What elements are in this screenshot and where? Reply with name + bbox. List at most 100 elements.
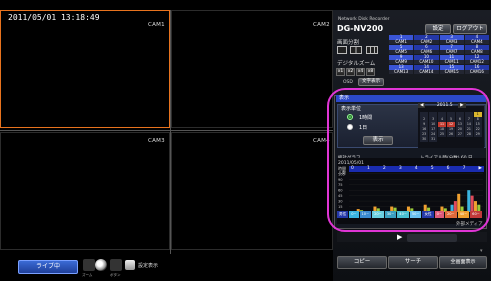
calendar-day[interactable]: 6: [455, 117, 465, 122]
camera-selector-cell[interactable]: 7 CAM7: [439, 44, 464, 54]
camera-selector-cell[interactable]: 1 CAM1: [389, 34, 414, 44]
calendar-day[interactable]: 4: [437, 117, 447, 122]
bar: [470, 195, 474, 212]
calendar-day[interactable]: 15: [473, 122, 482, 127]
calendar-day[interactable]: 7: [464, 117, 474, 122]
sequence-icon[interactable]: [95, 259, 107, 271]
radio-day[interactable]: [347, 124, 353, 130]
legend-item: 男性: [337, 211, 349, 218]
shortcut-icon[interactable]: [110, 259, 122, 271]
camera-name: CAM13: [389, 69, 414, 74]
calendar-day[interactable]: 2: [420, 117, 429, 122]
calendar-day[interactable]: 27: [455, 132, 465, 137]
zoom-x2-button[interactable]: x2: [346, 68, 355, 76]
camera-selector-cell[interactable]: 2 CAM2: [414, 34, 439, 44]
legend-item: 40~: [457, 211, 470, 218]
calendar-day[interactable]: 25: [437, 132, 447, 137]
chevron-down-icon[interactable]: ▾: [480, 248, 483, 254]
grid-divider: [170, 10, 171, 254]
camera-selector-cell[interactable]: 13 CAM13: [389, 64, 414, 74]
calendar-day[interactable]: 21: [464, 127, 474, 132]
settings-display-icon[interactable]: [125, 260, 135, 270]
camera-selector-cell[interactable]: 8 CAM8: [464, 44, 489, 54]
calendar-day: [455, 112, 465, 117]
calendar-day[interactable]: 3: [428, 117, 438, 122]
split-1-icon[interactable]: [337, 46, 347, 54]
play-icon[interactable]: ▶: [397, 233, 402, 241]
legend-item: 0~: [434, 211, 444, 218]
calendar-day[interactable]: 12: [446, 122, 456, 127]
radio-hour[interactable]: [347, 114, 353, 120]
camera-selector-cell[interactable]: 16 CAM16: [464, 64, 489, 74]
calendar-day[interactable]: 31: [428, 137, 438, 142]
camera-view-2[interactable]: CAM2: [171, 10, 333, 128]
camera-selector-cell[interactable]: 15 CAM15: [439, 64, 464, 74]
search-button[interactable]: サーチ: [388, 256, 438, 269]
fullscreen-button[interactable]: 全画面表示: [439, 256, 487, 269]
camera-selector-cell[interactable]: 11 CAM11: [439, 54, 464, 64]
calendar-day: [464, 112, 474, 117]
cal-prev-button[interactable]: ◀: [418, 103, 426, 108]
camera-selector-cell[interactable]: 5 CAM5: [389, 44, 414, 54]
calendar-day[interactable]: 9: [420, 122, 429, 127]
camera-selector-cell[interactable]: 9 CAM9: [389, 54, 414, 64]
camera-selector-cell[interactable]: 14 CAM14: [414, 64, 439, 74]
calendar-day: [446, 112, 456, 117]
copy-button[interactable]: コピー: [337, 256, 387, 269]
camera-view-4[interactable]: CAM4: [171, 132, 333, 250]
camera-view-3[interactable]: CAM3: [0, 132, 170, 250]
calendar-day[interactable]: 10: [428, 122, 438, 127]
zoom-x1-button[interactable]: x1: [336, 68, 345, 76]
calendar-day[interactable]: 1: [473, 112, 482, 117]
display-unit-label: 表示単位: [341, 106, 362, 112]
settings-button[interactable]: 設定: [425, 24, 451, 34]
calendar-day[interactable]: 30: [420, 137, 429, 142]
camera-selector-cell[interactable]: 6 CAM6: [414, 44, 439, 54]
calendar-day[interactable]: 14: [464, 122, 474, 127]
logout-button[interactable]: ログアウト: [453, 24, 487, 34]
y-tick-label: 30: [338, 200, 343, 204]
zoom-icon[interactable]: [83, 259, 95, 271]
zoom-x4-button[interactable]: x4: [356, 68, 365, 76]
calendar-day[interactable]: 24: [428, 132, 438, 137]
legend-item: 20~: [372, 211, 384, 218]
camera-selector-cell[interactable]: 4 CAM4: [464, 34, 489, 44]
calendar-day[interactable]: 16: [420, 127, 429, 132]
calendar-day[interactable]: 18: [437, 127, 447, 132]
device-model: DG-NV200: [337, 24, 384, 33]
calendar-day[interactable]: 5: [446, 117, 456, 122]
camera-name: CAM15: [439, 69, 464, 74]
cam-label-button[interactable]: 文字表示: [358, 78, 384, 86]
camera-view-1[interactable]: CAM1: [0, 10, 170, 128]
playback-controls[interactable]: [407, 234, 457, 242]
calendar-grid: 1 2 3 4 5 6 7 8 9 10 11 12 13 14 15 16 17 18 19 20 21 22 23 24 2…: [420, 112, 482, 142]
grid-divider: [0, 130, 333, 131]
show-button[interactable]: 表示: [363, 136, 393, 145]
calendar-day[interactable]: 26: [446, 132, 456, 137]
calendar-day[interactable]: 17: [428, 127, 438, 132]
live-button[interactable]: ライブ中: [18, 260, 78, 274]
camera-selector-cell[interactable]: 3 CAM3: [439, 34, 464, 44]
calendar-day[interactable]: 23: [420, 132, 429, 137]
legend-item: 0~: [349, 211, 359, 218]
legend-item: 30~: [384, 211, 397, 218]
calendar-day[interactable]: 29: [473, 132, 482, 137]
camera-selector-cell[interactable]: 12 CAM12: [464, 54, 489, 64]
split-4-icon[interactable]: [350, 46, 362, 54]
cal-next-button[interactable]: ▶: [458, 103, 466, 108]
radio-hour-label: 1時間: [359, 115, 373, 121]
camera-selector-cell[interactable]: 10 CAM10: [414, 54, 439, 64]
y-tick-label: 45: [338, 194, 343, 198]
calendar-day[interactable]: 8: [473, 117, 482, 122]
calendar-day[interactable]: 28: [464, 132, 474, 137]
calendar-day[interactable]: 13: [455, 122, 465, 127]
calendar-day[interactable]: 22: [473, 127, 482, 132]
legend-item: 40~: [397, 211, 409, 218]
legend-item: 60~: [470, 211, 482, 218]
split-9-icon[interactable]: [366, 46, 378, 54]
settings-display-label[interactable]: 設定表示: [138, 262, 158, 269]
calendar-day[interactable]: 19: [446, 127, 456, 132]
calendar-day[interactable]: 20: [455, 127, 465, 132]
zoom-x8-button[interactable]: x8: [366, 68, 375, 76]
calendar-day[interactable]: 11: [437, 122, 447, 127]
